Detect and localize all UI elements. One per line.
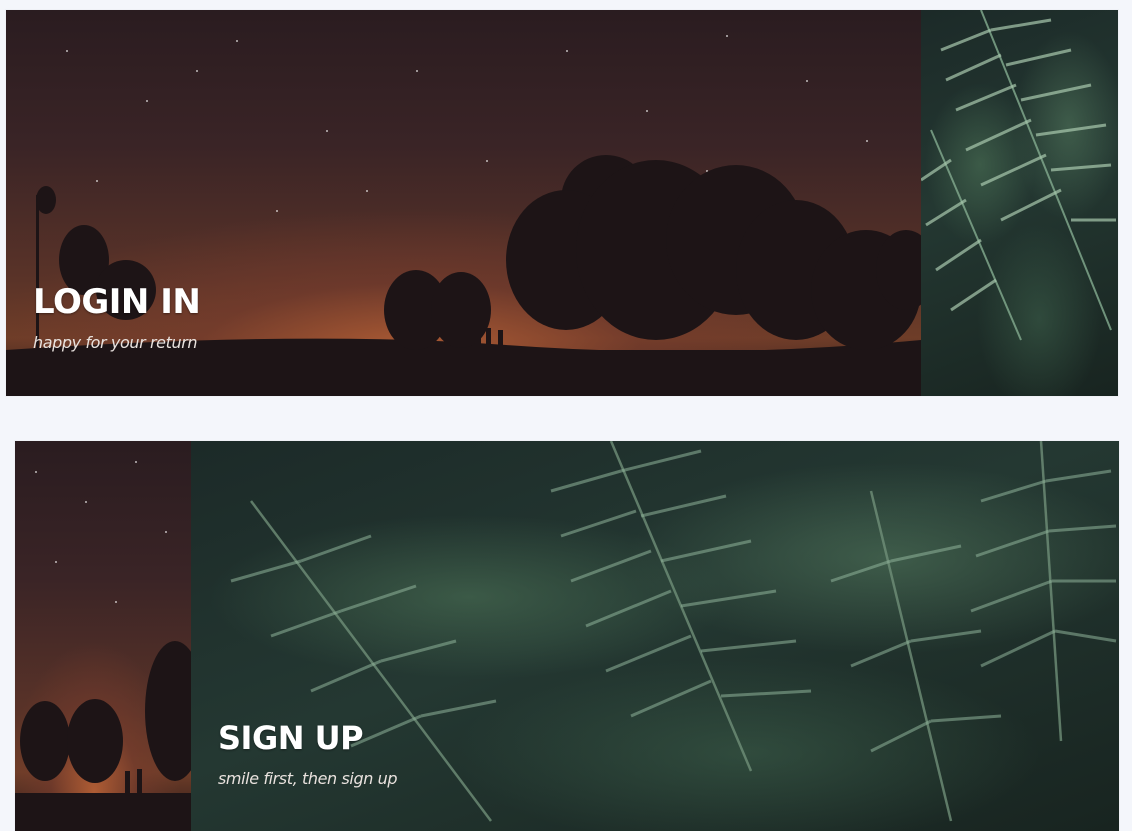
- fern-side-image: [921, 10, 1118, 396]
- signup-subtitle: smile first, then sign up: [218, 769, 398, 788]
- login-title: LOGIN IN: [33, 282, 201, 322]
- tree-silhouette-graphic: [15, 641, 191, 831]
- login-card[interactable]: LOGIN IN happy for your return: [6, 10, 1118, 396]
- signup-title: SIGN UP: [218, 719, 364, 757]
- signup-card[interactable]: SIGN UP smile first, then sign up: [15, 441, 1119, 831]
- night-sky-side-image: [15, 441, 191, 831]
- login-subtitle: happy for your return: [33, 333, 198, 352]
